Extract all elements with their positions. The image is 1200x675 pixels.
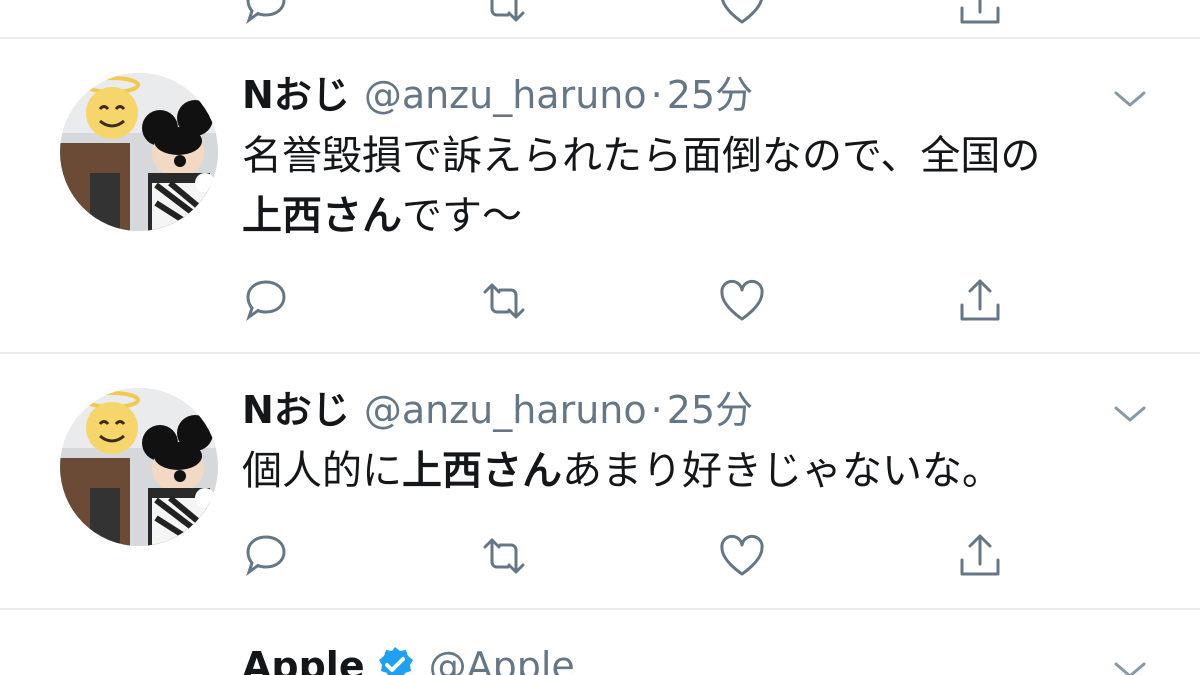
heart-icon[interactable] bbox=[716, 530, 768, 582]
display-name[interactable]: Apple bbox=[242, 644, 365, 675]
mention-highlight: 上西さん bbox=[242, 193, 402, 239]
timestamp[interactable]: 25分 bbox=[667, 388, 753, 432]
reply-icon[interactable] bbox=[240, 275, 292, 327]
display-name[interactable]: Nおじ bbox=[242, 388, 350, 432]
share-icon[interactable] bbox=[954, 0, 1006, 30]
heart-icon[interactable] bbox=[716, 275, 768, 327]
verified-badge-icon bbox=[375, 645, 415, 675]
tweet[interactable]: Nおじ @anzu_haruno · 25分 名誉毀損で訴えられたら面倒なので、全国の… bbox=[0, 39, 1200, 352]
share-icon[interactable] bbox=[954, 275, 1006, 327]
display-name[interactable]: Nおじ bbox=[242, 73, 350, 117]
tweet-text-line-1: 名誉毀損で訴えられたら面倒なので、全国の bbox=[242, 133, 1041, 179]
share-icon[interactable] bbox=[954, 530, 1006, 582]
timestamp[interactable]: 25分 bbox=[667, 73, 753, 117]
chevron-down-icon[interactable] bbox=[1112, 658, 1148, 675]
tweet-header: Nおじ @anzu_haruno · 25分 bbox=[242, 386, 753, 434]
retweet-icon[interactable] bbox=[478, 275, 530, 327]
tweet-text-suffix: あまり好きじゃないな。 bbox=[562, 448, 1002, 494]
separator-dot: · bbox=[650, 388, 663, 432]
chevron-down-icon[interactable] bbox=[1112, 87, 1148, 111]
user-handle[interactable]: @anzu_haruno bbox=[364, 388, 647, 432]
avatar[interactable] bbox=[60, 73, 218, 231]
tweet-text: 個人的に上西さんあまり好きじゃないな。 bbox=[242, 442, 1002, 500]
tweet-text-line-2: 上西さんです〜 bbox=[242, 187, 522, 245]
retweet-icon[interactable] bbox=[478, 530, 530, 582]
tweet-text-prefix: 個人的に bbox=[242, 448, 402, 494]
reply-icon[interactable] bbox=[240, 0, 292, 30]
tweet-header: Apple @Apple bbox=[242, 642, 575, 675]
tweet[interactable]: Nおじ @anzu_haruno · 25分 個人的に上西さんあまり好きじゃないな。 bbox=[0, 354, 1200, 608]
chevron-down-icon[interactable] bbox=[1112, 402, 1148, 426]
user-handle[interactable]: @anzu_haruno bbox=[364, 73, 647, 117]
tweet-header: Nおじ @anzu_haruno · 25分 bbox=[242, 71, 753, 119]
separator-dot: · bbox=[650, 73, 663, 117]
mention-highlight: 上西さん bbox=[402, 448, 562, 494]
avatar[interactable] bbox=[60, 388, 218, 546]
reply-icon[interactable] bbox=[240, 530, 292, 582]
tweet-text-suffix: です〜 bbox=[402, 193, 522, 239]
heart-icon[interactable] bbox=[716, 0, 768, 30]
user-handle[interactable]: @Apple bbox=[429, 644, 575, 675]
tweet[interactable]: Apple @Apple bbox=[0, 610, 1200, 675]
retweet-icon[interactable] bbox=[478, 0, 530, 30]
